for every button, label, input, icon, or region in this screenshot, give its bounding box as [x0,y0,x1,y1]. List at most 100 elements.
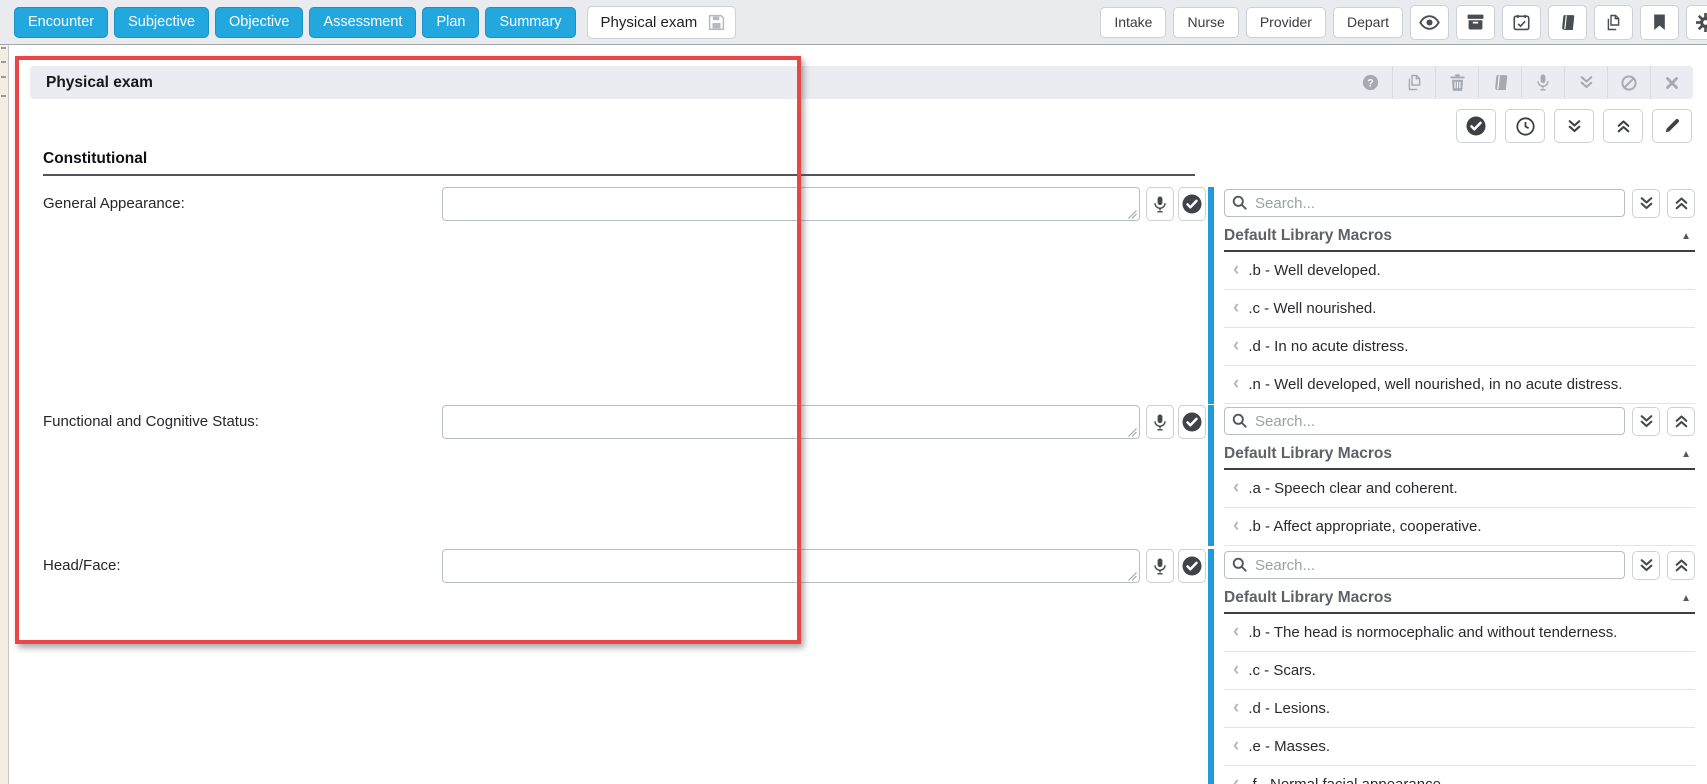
macro-search-input[interactable] [1224,551,1625,579]
role-button-intake[interactable]: Intake [1100,6,1167,38]
pencil-button[interactable] [1652,109,1692,143]
collapse-all-button[interactable] [1667,551,1695,580]
chevrons-down-icon [1639,414,1654,429]
confirm-button[interactable] [1178,187,1206,221]
check-circle-icon [1182,556,1202,576]
macro-group-header[interactable]: Default Library Macros ▲ [1224,586,1695,614]
search-icon [1232,413,1247,428]
ehr-window: Encounter Subjective Objective Assessment Pl… [0,0,1707,784]
microphone-icon [1154,414,1166,431]
microphone-icon [1154,558,1166,575]
role-button-depart[interactable]: Depart [1332,6,1403,38]
nav-button-assessment[interactable]: Assessment [309,6,417,38]
macro-item[interactable]: ‹ .b - The head is normocephalic and with… [1224,614,1695,652]
macro-item[interactable]: ‹ .c - Scars. [1224,652,1695,690]
expand-all-button[interactable] [1632,407,1660,436]
gear-icon [1696,12,1707,32]
chevrons-down-button[interactable] [1564,66,1607,99]
macro-item[interactable]: ‹ .f - Normal facial appearance. [1224,766,1695,784]
bookmark-icon [1653,14,1666,31]
role-button-nurse[interactable]: Nurse [1173,6,1239,38]
macro-item[interactable]: ‹ .d - Lesions. [1224,690,1695,728]
panel-title: Physical exam [46,73,153,91]
chevrons-down-icon [1639,558,1654,573]
svg-text:?: ? [1367,77,1373,89]
confirm-button[interactable] [1178,405,1206,439]
dictate-button[interactable] [1146,549,1174,583]
collapse-all-button[interactable] [1667,189,1695,218]
check-circle-icon [1182,412,1202,432]
macro-search-input[interactable] [1224,189,1625,217]
copy-button[interactable] [1392,66,1435,99]
insert-macro-icon: ‹ [1233,335,1240,356]
help-button[interactable]: ? [1349,66,1392,99]
field-textarea[interactable] [442,549,1140,583]
chevrons-up-icon [1674,414,1689,429]
pencil-icon [1664,118,1680,134]
confirm-button[interactable] [1178,549,1206,583]
chevrons-up-button[interactable] [1603,109,1643,143]
field-textarea[interactable] [442,187,1140,221]
microphone-button[interactable] [1521,66,1564,99]
macro-item[interactable]: ‹ .n - Well developed, well nourished, in… [1224,366,1695,404]
macro-item[interactable]: ‹ .e - Masses. [1224,728,1695,766]
expand-all-button[interactable] [1632,189,1660,218]
macro-text: .b - Affect appropriate, cooperative. [1248,518,1482,535]
clock-button[interactable] [1505,109,1545,143]
bookmark-button[interactable] [1640,4,1679,40]
collapse-triangle-icon: ▲ [1681,448,1691,460]
macro-search-row [1224,189,1695,218]
macro-item[interactable]: ‹ .d - In no acute distress. [1224,328,1695,366]
nav-button-summary[interactable]: Summary [485,6,576,38]
macro-text: .b - The head is normocephalic and witho… [1248,624,1618,641]
check-circle-icon [1182,194,1202,214]
macro-item[interactable]: ‹ .b - Affect appropriate, cooperative. [1224,508,1695,546]
trash-button[interactable] [1435,66,1478,99]
collapse-all-button[interactable] [1667,407,1695,436]
macro-text: .c - Well nourished. [1248,300,1377,317]
expand-all-button[interactable] [1632,551,1660,580]
check-circle-button[interactable] [1456,109,1496,143]
panel-action-row [1456,109,1692,143]
panel-header: Physical exam ? [30,66,1693,99]
macro-item[interactable]: ‹ .c - Well nourished. [1224,290,1695,328]
nav-button-subjective[interactable]: Subjective [114,6,210,38]
chevrons-up-icon [1674,558,1689,573]
nav-button-objective[interactable]: Objective [215,6,304,38]
field-textarea[interactable] [442,405,1140,439]
macro-item[interactable]: ‹ .b - Well developed. [1224,252,1695,290]
archive-button[interactable] [1456,4,1495,40]
macro-text: .e - Masses. [1248,738,1331,755]
gear-button[interactable] [1686,4,1707,40]
macro-search-input[interactable] [1224,407,1625,435]
ban-button[interactable] [1607,66,1650,99]
insert-macro-icon: ‹ [1233,621,1240,642]
macro-item[interactable]: ‹ .a - Speech clear and coherent. [1224,470,1695,508]
dictate-button[interactable] [1146,405,1174,439]
macro-item-list: ‹ .b - The head is normocephalic and with… [1224,614,1695,784]
physical-exam-tab[interactable]: Physical exam [586,5,737,39]
section-title: Constitutional [43,150,1195,176]
save-button[interactable] [708,14,725,31]
calendar-check-button[interactable] [1502,4,1541,40]
copy-button[interactable] [1594,4,1633,40]
book-button[interactable] [1478,66,1521,99]
insert-macro-icon: ‹ [1233,659,1240,680]
chevrons-down-icon [1579,75,1594,90]
book-button[interactable] [1548,4,1587,40]
eye-button[interactable] [1410,4,1449,40]
check-circle-icon [1466,116,1486,136]
nav-button-plan[interactable]: Plan [422,6,480,38]
field-label: General Appearance: [43,195,185,212]
field-label: Head/Face: [43,557,121,574]
macro-group-header[interactable]: Default Library Macros ▲ [1224,224,1695,252]
dictate-button[interactable] [1146,187,1174,221]
close-button[interactable] [1650,66,1693,99]
calendar-check-icon [1513,14,1530,31]
role-button-provider[interactable]: Provider [1245,6,1326,38]
macro-group-header[interactable]: Default Library Macros ▲ [1224,442,1695,470]
archive-icon [1467,14,1484,30]
book-icon [1492,74,1509,91]
chevrons-down-button[interactable] [1554,109,1594,143]
nav-button-encounter[interactable]: Encounter [14,6,109,38]
